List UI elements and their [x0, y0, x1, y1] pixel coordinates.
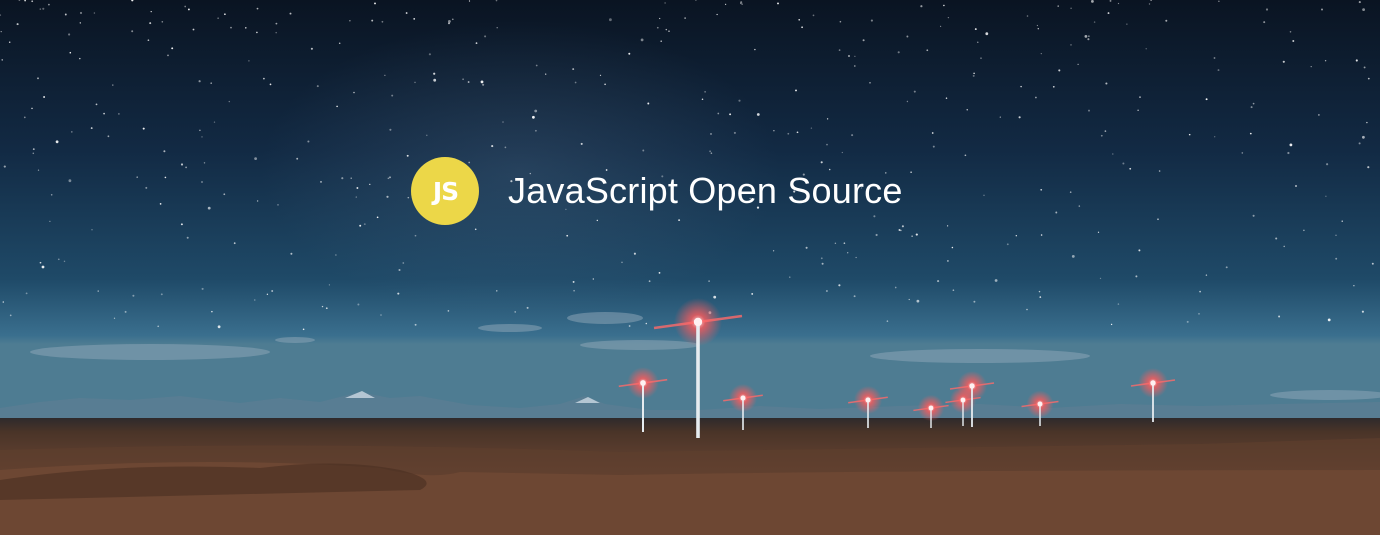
page-title: JavaScript Open Source — [508, 170, 903, 211]
brand-header: JS JavaScript Open Source — [411, 157, 903, 225]
js-logo-icon: JS — [411, 157, 479, 225]
hero-banner: JS JavaScript Open Source — [0, 0, 1380, 535]
night-landscape-background — [0, 0, 1380, 535]
logo-text: JS — [432, 176, 459, 206]
